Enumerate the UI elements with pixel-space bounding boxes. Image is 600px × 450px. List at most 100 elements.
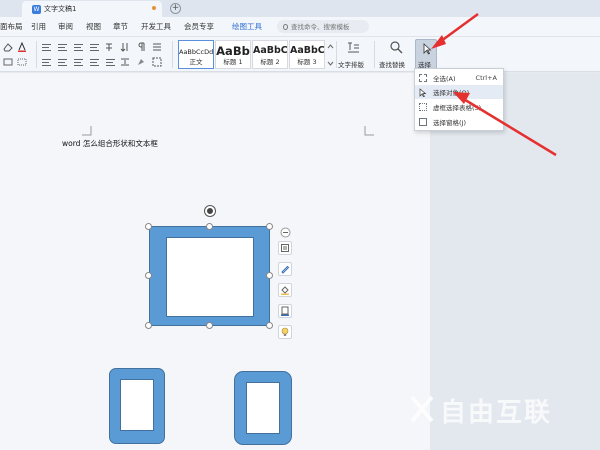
resize-handle[interactable] [145, 223, 152, 230]
numbered-list-icon[interactable] [58, 44, 67, 51]
ribbon-separator [374, 41, 375, 68]
menu-item-select-all[interactable]: 全选(A) Ctrl+A [415, 71, 503, 85]
document-tab[interactable]: W 文字文稿1 [22, 1, 162, 17]
style-label: 正文 [189, 58, 203, 66]
search-input[interactable] [291, 22, 369, 31]
menu-page-layout[interactable]: 面布局 [0, 21, 23, 32]
menu-section[interactable]: 章节 [113, 21, 128, 32]
search-icon [283, 23, 288, 30]
frame-shape[interactable] [234, 371, 292, 445]
watermark-logo-icon [410, 395, 434, 423]
align-center-icon[interactable] [58, 59, 67, 66]
justify-icon[interactable] [90, 59, 99, 66]
new-tab-button[interactable]: + [170, 3, 181, 14]
resize-handle[interactable] [145, 322, 152, 329]
edit-shape-button[interactable] [278, 262, 292, 276]
resize-handle[interactable] [266, 322, 273, 329]
style-label: 标题 2 [260, 58, 280, 66]
tab-bar: W 文字文稿1 + [0, 0, 600, 17]
style-label: 标题 1 [223, 58, 243, 66]
increase-indent-icon[interactable] [90, 44, 99, 51]
menu-item-label: 选择对象(O) [433, 89, 470, 97]
menu-developer-tools[interactable]: 开发工具 [141, 21, 171, 32]
watermark-text: 自由互联 [440, 398, 553, 428]
style-heading-1[interactable]: AaBb 标题 1 [215, 40, 251, 69]
shortcut-text: Ctrl+A [475, 74, 497, 82]
text-layout-icon[interactable] [346, 41, 360, 55]
command-search[interactable] [277, 20, 369, 33]
menu-item-select-objects[interactable]: 选择对象(O) [415, 85, 503, 99]
outline-button[interactable] [278, 304, 292, 318]
style-sample: AaBbC [290, 45, 324, 56]
frame-shape[interactable] [109, 368, 165, 444]
align-left-icon[interactable] [42, 59, 51, 66]
select-all-icon [419, 74, 427, 82]
frame-inner-area [166, 237, 254, 317]
paragraph-shading-icon[interactable] [136, 57, 146, 67]
document-tab-title: 文字文稿1 [44, 5, 77, 13]
line-spacing-icon[interactable] [152, 42, 162, 52]
shape-effects-button[interactable] [278, 325, 292, 339]
menu-member-exclusive[interactable]: 会员专享 [184, 21, 214, 32]
resize-handle[interactable] [266, 272, 273, 279]
spacing-icon[interactable] [120, 57, 130, 67]
menu-item-label: 全选(A) [433, 75, 456, 83]
resize-handle[interactable] [206, 322, 213, 329]
lightbulb-icon [281, 327, 289, 336]
show-marks-icon[interactable] [136, 42, 146, 52]
bullet-list-icon[interactable] [42, 44, 51, 51]
paint-bucket-icon [281, 286, 289, 295]
style-heading-2[interactable]: AaBbC 标题 2 [252, 40, 288, 69]
unsaved-dot-icon [152, 6, 156, 10]
font-color-icon[interactable] [17, 42, 27, 52]
char-border-icon[interactable] [17, 58, 27, 66]
ribbon-separator [172, 41, 173, 68]
cursor-arrow-icon [419, 87, 427, 97]
menu-review[interactable]: 审阅 [58, 21, 73, 32]
resize-handle[interactable] [145, 272, 152, 279]
align-right-icon[interactable] [74, 59, 83, 66]
rotate-handle[interactable] [205, 206, 215, 216]
resize-handle[interactable] [206, 223, 213, 230]
selected-frame-shape[interactable] [149, 226, 270, 326]
dashed-select-icon [419, 103, 427, 111]
decrease-indent-icon[interactable] [74, 44, 83, 51]
resize-handle[interactable] [266, 223, 273, 230]
menu-drawing-tools[interactable]: 绘图工具 [232, 21, 262, 32]
menu-item-selection-pane[interactable]: 选择窗格(J) [415, 115, 503, 129]
ribbon-separator [36, 41, 37, 68]
menu-item-dashed-select-table[interactable]: 虚框选择表格(S) [415, 100, 503, 114]
styles-scroll-icon[interactable] [327, 43, 334, 67]
margin-corner-mark [82, 126, 92, 136]
collapse-toolbar-icon[interactable] [280, 227, 291, 238]
layout-options-button[interactable] [278, 241, 292, 255]
style-sample: AaBbC [253, 45, 287, 56]
style-sample: AaBbCcDd [179, 48, 213, 56]
wps-writer-icon: W [32, 4, 41, 14]
fill-button[interactable] [278, 283, 292, 297]
shading-icon[interactable] [3, 58, 13, 66]
ribbon-toolbar: AaBbCcDd 正文 AaBb 标题 1 AaBbC 标题 2 AaBbC 标… [0, 37, 600, 72]
find-replace-label[interactable]: 查找替换 [379, 59, 405, 69]
find-replace-icon[interactable] [389, 40, 403, 54]
select-button[interactable]: 选择 [415, 39, 437, 70]
menu-bar: 面布局 引用 审阅 视图 章节 开发工具 会员专享 绘图工具 [0, 17, 600, 37]
style-label: 标题 3 [297, 58, 317, 66]
eraser-icon[interactable] [3, 42, 13, 52]
selection-pane-icon [419, 118, 427, 126]
menu-item-label: 选择窗格(J) [433, 119, 466, 127]
text-layout-label[interactable]: 文字排版 [338, 59, 364, 69]
document-body-text[interactable]: word 怎么组合形状和文本框 [62, 138, 158, 149]
sort-icon[interactable] [120, 42, 130, 52]
menu-references[interactable]: 引用 [31, 21, 46, 32]
frame-inner-area [246, 382, 280, 434]
style-normal[interactable]: AaBbCcDd 正文 [178, 40, 214, 69]
distributed-align-icon[interactable] [106, 59, 115, 66]
layout-options-icon [281, 244, 289, 252]
borders-icon[interactable] [152, 57, 164, 67]
chinese-layout-icon[interactable] [104, 42, 114, 52]
style-heading-3[interactable]: AaBbC 标题 3 [289, 40, 325, 69]
frame-inner-area [120, 379, 154, 431]
select-dropdown-menu: 全选(A) Ctrl+A 选择对象(O) 虚框选择表格(S) 选择窗格(J) [414, 68, 504, 131]
menu-view[interactable]: 视图 [86, 21, 101, 32]
